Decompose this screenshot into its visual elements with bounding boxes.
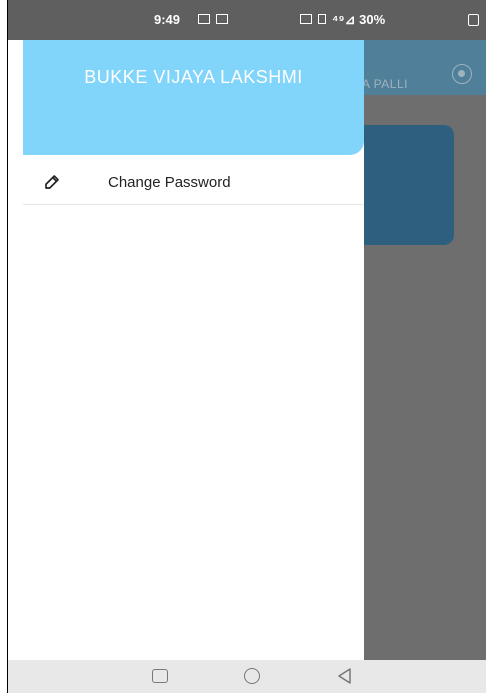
menu-item-change-password[interactable]: Change Password [23,160,364,205]
status-bar: 9:49 ⁴⁹⊿ 30% [8,0,486,40]
back-icon[interactable] [336,667,352,685]
battery-icon [468,14,479,26]
volte-icon [300,14,312,24]
gallery-icon [216,14,228,24]
user-name: BUKKE VIJAYA LAKSHMI [84,67,303,87]
edit-icon [45,175,59,189]
menu-item-label: Change Password [108,174,231,191]
notification-icon [198,14,210,24]
recent-apps-icon[interactable] [152,669,168,683]
vibrate-icon [318,14,326,24]
home-icon[interactable] [244,668,260,684]
system-navigation-bar [8,660,486,693]
signal-battery-text: ⁴⁹⊿ 30% [332,12,386,27]
navigation-drawer: BUKKE VIJAYA LAKSHMI Change Password [8,40,364,660]
app-header-title: A PALLI [362,77,408,91]
status-time: 9:49 [154,12,181,27]
phone-frame: A PALLI 9:49 ⁴⁹⊿ 30% BUKKE VIJAYA LAKSHM… [7,0,486,693]
drawer-header: BUKKE VIJAYA LAKSHMI [23,40,364,155]
logout-icon[interactable] [452,64,472,84]
